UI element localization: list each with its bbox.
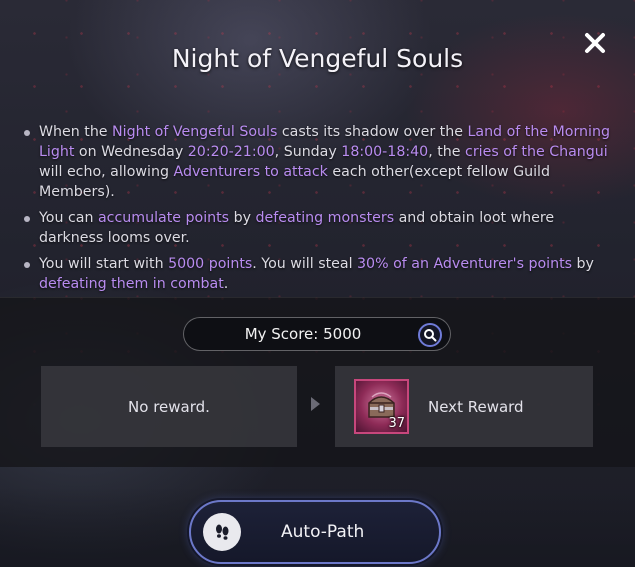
highlight-text: Adventurers to attack [173, 164, 328, 180]
score-value: 5000 [323, 325, 362, 343]
item-count: 37 [388, 416, 405, 431]
body-text: You can [39, 210, 98, 226]
close-icon [585, 33, 605, 53]
body-text: by [572, 256, 594, 272]
description-bullet: You will start with 5000 points. You wil… [20, 254, 620, 294]
body-text: When the [39, 124, 113, 140]
highlight-text: Night of Vengeful Souls [112, 124, 278, 140]
highlight-text: 5000 points [168, 256, 253, 272]
next-reward-item[interactable]: 37 [354, 379, 409, 434]
auto-path-button[interactable]: Auto-Path [189, 500, 441, 564]
current-reward-box: No reward. [41, 366, 297, 447]
body-text: on Wednesday [74, 144, 188, 160]
description-list: When the Night of Vengeful Souls casts i… [20, 122, 620, 294]
highlight-text: cries of the Changui [465, 144, 608, 160]
highlight-text: defeating monsters [255, 210, 395, 226]
body-text: . [223, 276, 229, 292]
score-search-button[interactable] [418, 323, 442, 347]
next-reward-label: Next Reward [428, 397, 524, 416]
body-text: , Sunday [274, 144, 342, 160]
body-text: . You will steal [252, 256, 358, 272]
body-text: casts its shadow over the [277, 124, 468, 140]
highlight-text: 18:00-18:40 [341, 144, 429, 160]
score-text: My Score: 5000 [245, 325, 362, 343]
description-bullet: When the Night of Vengeful Souls casts i… [20, 122, 620, 202]
highlight-text: accumulate points [97, 210, 230, 226]
next-reward-box: 37 Next Reward [335, 366, 593, 447]
arrow-right-icon [311, 397, 320, 411]
footprints-icon [203, 513, 241, 551]
highlight-text: 30% of an Adventurer's points [357, 256, 573, 272]
description-bullet: You can accumulate points by defeating m… [20, 208, 620, 248]
body-text: will echo, allowing [39, 164, 174, 180]
highlight-text: 20:20-21:00 [187, 144, 275, 160]
close-button[interactable] [578, 26, 612, 60]
body-text: , the [428, 144, 466, 160]
event-description: When the Night of Vengeful Souls casts i… [20, 122, 620, 300]
score-label: My Score: [244, 325, 319, 343]
magnifier-icon [424, 329, 437, 342]
score-bar: My Score: 5000 [183, 317, 451, 351]
body-text: You will start with [39, 256, 169, 272]
highlight-text: defeating them in combat [39, 276, 224, 292]
auto-path-label: Auto-Path [281, 522, 365, 542]
dialog-title: Night of Vengeful Souls [171, 44, 464, 73]
body-text: by [229, 210, 256, 226]
current-reward-label: No reward. [128, 397, 210, 416]
